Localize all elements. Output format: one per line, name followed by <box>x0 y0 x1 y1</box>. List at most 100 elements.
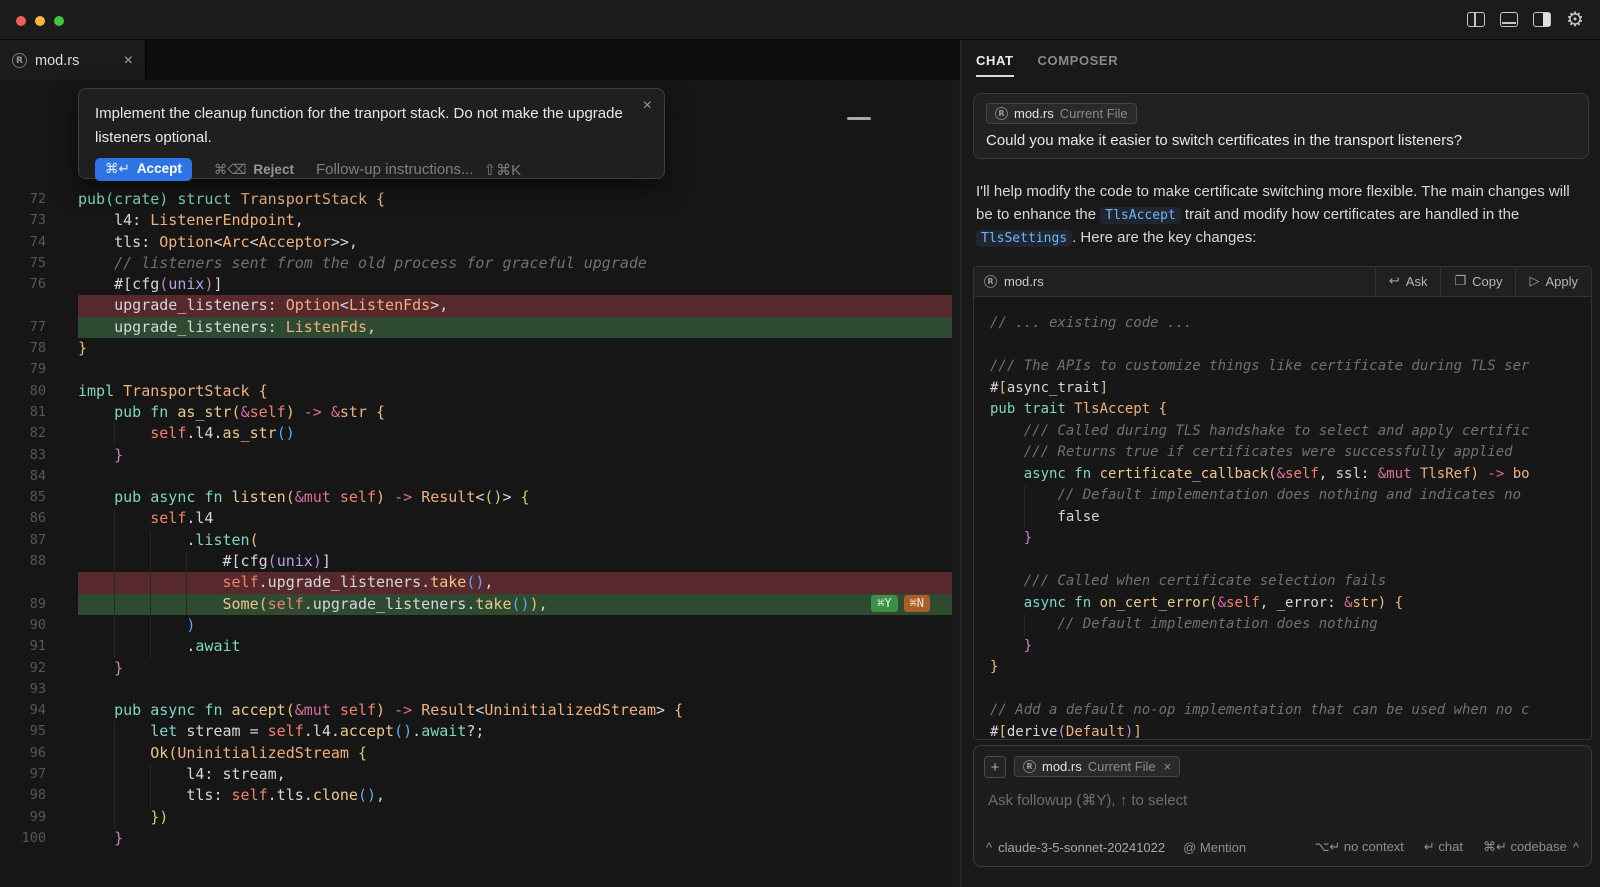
code-line[interactable]: 81 pub fn as_str(&self) -> &str { <box>0 402 952 423</box>
code-line[interactable]: 83 } <box>0 445 952 466</box>
zoom-window-button[interactable] <box>54 16 64 26</box>
model-selector[interactable]: ^ claude-3-5-sonnet-20241022 <box>986 840 1165 855</box>
reject-button[interactable]: ⌘⌫ Reject <box>214 162 294 178</box>
code-line[interactable]: 99 }) <box>0 807 952 828</box>
code-line[interactable]: 93 <box>0 679 952 700</box>
accept-button[interactable]: ⌘↵ Accept <box>95 158 192 181</box>
indent-guide <box>114 594 115 615</box>
chat-input-placeholder[interactable]: Ask followup (⌘Y), ↑ to select <box>988 791 1187 809</box>
line-number: 88 <box>0 551 46 572</box>
apply-button[interactable]: ▷ Apply <box>1515 267 1591 296</box>
line-number: 83 <box>0 445 46 466</box>
code-line[interactable]: 94 pub async fn accept(&mut self) -> Res… <box>0 700 952 721</box>
code-line: } <box>990 636 1591 658</box>
chat-send-button[interactable]: ↵ chat <box>1424 839 1463 855</box>
indent-guide <box>114 636 115 657</box>
followup-instructions-button[interactable]: Follow-up instructions... ⇧⌘K <box>316 161 521 179</box>
minimize-window-button[interactable] <box>35 16 45 26</box>
code-line[interactable]: upgrade_listeners: Option<ListenFds>, <box>0 295 952 316</box>
code-line[interactable]: 77 upgrade_listeners: ListenFds, <box>0 317 952 338</box>
input-context-file-chip[interactable]: mod.rs Current File × <box>1014 756 1180 777</box>
context-file-chip[interactable]: mod.rs Current File <box>986 103 1137 124</box>
close-window-button[interactable] <box>16 16 26 26</box>
code-line[interactable]: 91 .await <box>0 636 952 657</box>
code-line[interactable]: 88 #[cfg(unix)] <box>0 551 952 572</box>
code-line[interactable]: 75 // listeners sent from the old proces… <box>0 253 952 274</box>
line-number: 91 <box>0 636 46 657</box>
code-line[interactable]: 80impl TransportStack { <box>0 381 952 402</box>
line-number: 77 <box>0 317 46 338</box>
line-number: 94 <box>0 700 46 721</box>
user-message-text: Could you make it easier to switch certi… <box>986 132 1576 149</box>
code-line[interactable]: 100 } <box>0 828 952 849</box>
indent-guide <box>114 615 115 636</box>
code-line: } <box>990 657 1591 679</box>
code-line[interactable]: 79 <box>0 359 952 380</box>
code-line[interactable]: 73 l4: ListenerEndpoint, <box>0 210 952 231</box>
indent-guide <box>150 572 151 593</box>
editor-scrollbar-track[interactable] <box>952 80 960 887</box>
code-line[interactable]: 78} <box>0 338 952 359</box>
settings-gear-icon[interactable]: ⚙ <box>1566 12 1584 27</box>
tab-mod-rs[interactable]: mod.rs × <box>0 40 146 81</box>
code-line[interactable]: 82 self.l4.as_str() <box>0 423 952 444</box>
indent-guide <box>114 551 115 572</box>
code-line[interactable]: 85 pub async fn listen(&mut self) -> Res… <box>0 487 952 508</box>
prompt-text: Implement the cleanup function for the t… <box>95 102 648 150</box>
ask-icon: ↩ <box>1389 274 1400 289</box>
code-line[interactable]: 86 self.l4 <box>0 508 952 529</box>
editor-scrollbar-thumb[interactable] <box>847 117 871 120</box>
reject-shortcut: ⌘⌫ <box>214 162 247 178</box>
code-block-body: // ... existing code .../// The APIs to … <box>974 297 1591 740</box>
chevron-up-icon: ^ <box>986 840 992 855</box>
tab-chat[interactable]: CHAT <box>976 53 1014 77</box>
code-line[interactable]: 76 #[cfg(unix)] <box>0 274 952 295</box>
window-controls <box>16 16 64 26</box>
inline-code: TlsSettings <box>976 230 1072 247</box>
inline-prompt-popup: Implement the cleanup function for the t… <box>78 88 665 179</box>
code-line <box>990 550 1591 572</box>
toggle-left-panel-icon[interactable] <box>1467 12 1485 27</box>
tab-composer[interactable]: COMPOSER <box>1038 53 1119 77</box>
code-line[interactable]: 72pub(crate) struct TransportStack { <box>0 189 952 210</box>
chip-close-icon[interactable]: × <box>1164 759 1172 774</box>
code-line: // ... existing code ... <box>990 313 1591 335</box>
indent-guide <box>150 615 151 636</box>
indent-guide <box>186 572 187 593</box>
code-editor[interactable]: Implement the cleanup function for the t… <box>0 80 952 887</box>
code-line[interactable]: 90 ) <box>0 615 952 636</box>
code-line[interactable]: 74 tls: Option<Arc<Acceptor>>, <box>0 232 952 253</box>
line-number: 96 <box>0 743 46 764</box>
code-block-header: mod.rs ↩ Ask ❐ Copy ▷ Apply <box>974 267 1591 297</box>
copy-button[interactable]: ❐ Copy <box>1440 267 1515 296</box>
mention-button[interactable]: @ Mention <box>1183 840 1246 855</box>
popup-close-icon[interactable]: × <box>643 97 652 115</box>
toggle-right-panel-icon[interactable] <box>1533 12 1551 27</box>
code-line[interactable]: self.upgrade_listeners.take(), <box>0 572 952 593</box>
line-number: 72 <box>0 189 46 210</box>
toggle-bottom-panel-icon[interactable] <box>1500 12 1518 27</box>
indent-guide <box>1024 507 1025 529</box>
code-line[interactable]: 98 tls: self.tls.clone(), <box>0 785 952 806</box>
code-line[interactable]: 87 .listen( <box>0 530 952 551</box>
code-line[interactable]: 89 Some(self.upgrade_listeners.take()),⌘… <box>0 594 952 615</box>
titlebar: ⚙ <box>0 0 1600 40</box>
no-context-button[interactable]: ⌥↵ no context <box>1314 839 1403 855</box>
add-context-button[interactable]: + <box>984 756 1006 778</box>
code-line <box>990 679 1591 701</box>
code-line[interactable]: 92 } <box>0 658 952 679</box>
tab-close-icon[interactable]: × <box>124 52 133 70</box>
code-line[interactable]: 95 let stream = self.l4.accept().await?; <box>0 721 952 742</box>
chat-input-card[interactable]: + mod.rs Current File × Ask followup (⌘Y… <box>973 745 1592 867</box>
codebase-button[interactable]: ⌘↵ codebase ^ <box>1483 839 1579 855</box>
code-line[interactable]: 96 Ok(UninitializedStream { <box>0 743 952 764</box>
diff-accept-badge[interactable]: ⌘Y <box>871 595 897 612</box>
diff-reject-badge[interactable]: ⌘N <box>904 595 930 612</box>
line-number: 92 <box>0 658 46 679</box>
code-line[interactable]: 97 l4: stream, <box>0 764 952 785</box>
ask-button[interactable]: ↩ Ask <box>1375 267 1441 296</box>
indent-guide <box>114 423 115 444</box>
code-line[interactable]: 84 <box>0 466 952 487</box>
indent-guide <box>114 721 115 742</box>
rust-file-icon <box>995 107 1008 120</box>
